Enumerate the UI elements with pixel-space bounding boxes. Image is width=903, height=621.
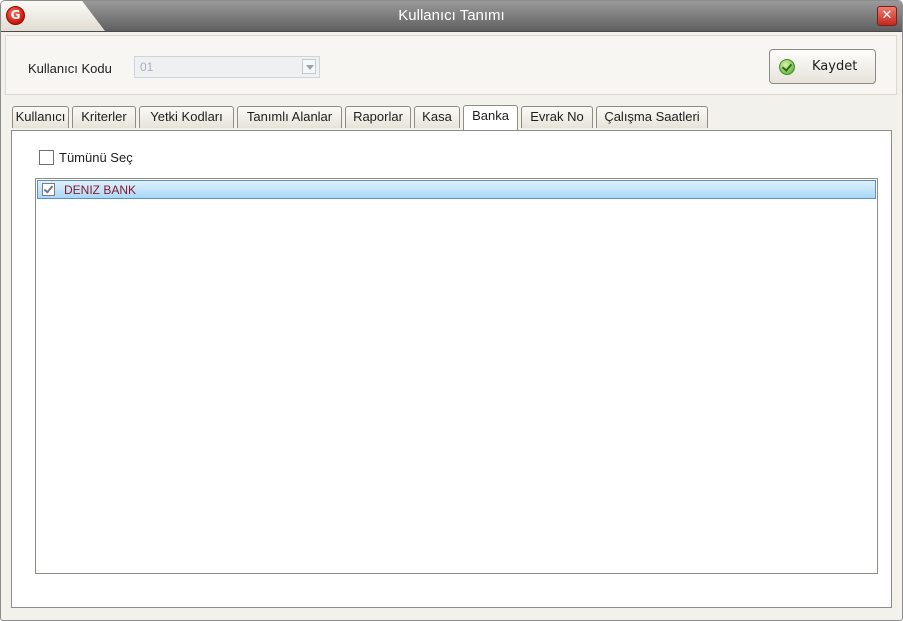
tab-raporlar[interactable]: Raporlar	[345, 106, 411, 128]
tab-evrak-no[interactable]: Evrak No	[521, 106, 593, 128]
bank-checklist[interactable]: DENIZ BANK	[35, 178, 878, 574]
chevron-down-icon[interactable]	[302, 59, 316, 74]
tab-calisma-saatleri[interactable]: Çalışma Saatleri	[596, 106, 708, 128]
save-button-label: Kaydet	[812, 59, 858, 74]
check-circle-icon	[779, 59, 795, 75]
tab-banka[interactable]: Banka	[463, 105, 518, 130]
list-item[interactable]: DENIZ BANK	[37, 180, 876, 199]
title-bar[interactable]: G Kullanıcı Tanımı ✕	[1, 1, 902, 32]
list-item-checkbox[interactable]	[42, 183, 55, 196]
user-code-combobox[interactable]: 01	[134, 56, 320, 78]
tab-kasa[interactable]: Kasa	[414, 106, 460, 128]
user-code-value: 01	[140, 60, 154, 74]
tab-tanimli-alanlar[interactable]: Tanımlı Alanlar	[237, 106, 342, 128]
user-code-label: Kullanıcı Kodu	[28, 61, 112, 76]
tab-kriterler[interactable]: Kriterler	[72, 106, 136, 128]
select-all-checkbox-box[interactable]	[39, 150, 54, 165]
close-icon[interactable]: ✕	[877, 6, 897, 26]
window-title: Kullanıcı Tanımı	[398, 7, 505, 24]
banka-tab-panel: Tümünü Seç DENIZ BANK	[11, 130, 892, 608]
select-all-label[interactable]: Tümünü Seç	[59, 150, 133, 165]
user-definition-window: G Kullanıcı Tanımı ✕ Kullanıcı Kodu 01 K…	[0, 0, 903, 621]
tab-kullanici[interactable]: Kullanıcı	[12, 106, 69, 128]
list-item-label: DENIZ BANK	[64, 183, 137, 197]
tab-yetki-kodlari[interactable]: Yetki Kodları	[139, 106, 234, 128]
save-button[interactable]: Kaydet	[769, 49, 876, 84]
